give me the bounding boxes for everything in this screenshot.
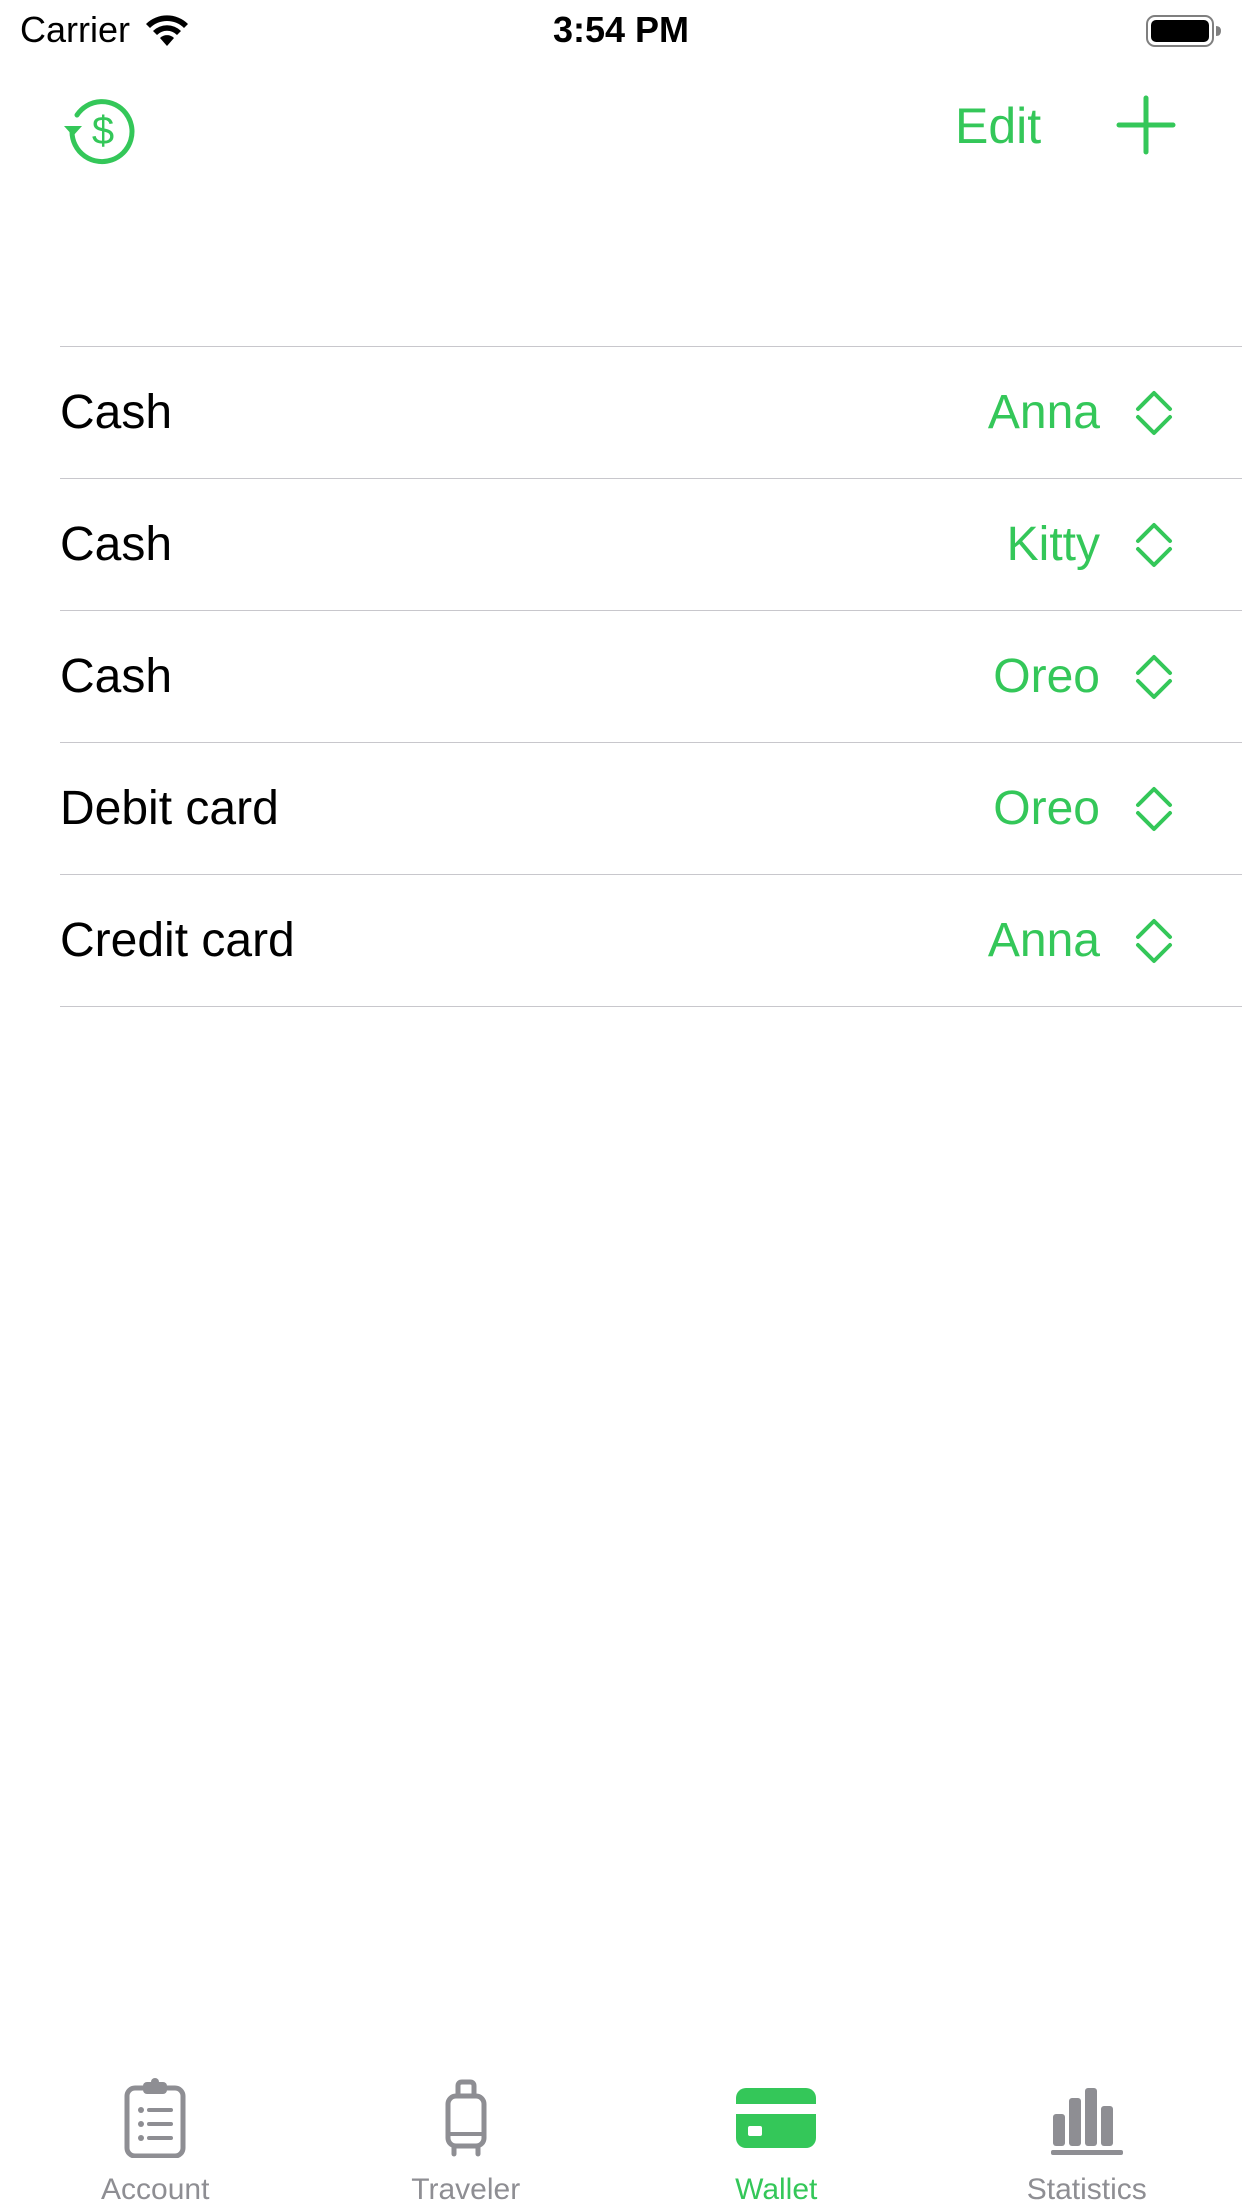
tab-account[interactable]: Account	[0, 2040, 311, 2208]
chevron-up-down-icon[interactable]	[1132, 521, 1176, 569]
wallet-name: Credit card	[60, 914, 295, 967]
clipboard-icon	[124, 2078, 186, 2158]
list-item[interactable]: Cash Anna	[60, 347, 1242, 479]
tab-label: Traveler	[411, 2173, 521, 2206]
wallet-list: Cash Anna Cash Kitty Cash Oreo Debit car…	[0, 346, 1242, 1007]
plus-icon[interactable]	[1115, 94, 1177, 156]
wallet-name: Cash	[60, 386, 173, 439]
wallet-name: Cash	[60, 650, 173, 703]
tab-wallet[interactable]: Wallet	[621, 2040, 932, 2208]
navigation-bar: $ Edit	[0, 60, 1242, 190]
wallet-name: Debit card	[60, 782, 279, 835]
wallet-owner[interactable]: Oreo	[993, 743, 1100, 874]
wallet-owner[interactable]: Anna	[988, 347, 1100, 478]
bar-chart-icon	[1050, 2088, 1123, 2155]
tab-label: Wallet	[735, 2173, 818, 2206]
list-item[interactable]: Debit card Oreo	[60, 743, 1242, 875]
svg-text:$: $	[92, 109, 114, 153]
list-item[interactable]: Cash Kitty	[60, 479, 1242, 611]
tab-statistics[interactable]: Statistics	[932, 2040, 1242, 2208]
chevron-up-down-icon[interactable]	[1132, 389, 1176, 437]
battery-icon	[1146, 15, 1221, 47]
list-item[interactable]: Cash Oreo	[60, 611, 1242, 743]
wallet-owner[interactable]: Kitty	[1007, 479, 1100, 610]
tab-label: Account	[101, 2173, 210, 2206]
chevron-up-down-icon[interactable]	[1132, 785, 1176, 833]
edit-button[interactable]: Edit	[955, 96, 1041, 156]
clock: 3:54 PM	[552, 9, 690, 50]
list-item[interactable]: Credit card Anna	[60, 875, 1242, 1007]
wallet-owner[interactable]: Anna	[988, 875, 1100, 1006]
credit-card-icon	[736, 2088, 817, 2148]
tab-bar: Account Traveler Wallet Statistics	[0, 2040, 1242, 2208]
tab-label: Statistics	[1026, 2173, 1147, 2206]
wallet-owner[interactable]: Oreo	[993, 611, 1100, 742]
tab-traveler[interactable]: Traveler	[311, 2040, 622, 2208]
wallet-name: Cash	[60, 518, 173, 571]
chevron-up-down-icon[interactable]	[1132, 653, 1176, 701]
history-dollar-icon[interactable]: $	[60, 88, 140, 168]
status-bar: Carrier 3:54 PM	[0, 0, 1242, 60]
chevron-up-down-icon[interactable]	[1132, 917, 1176, 965]
suitcase-icon	[445, 2079, 487, 2157]
